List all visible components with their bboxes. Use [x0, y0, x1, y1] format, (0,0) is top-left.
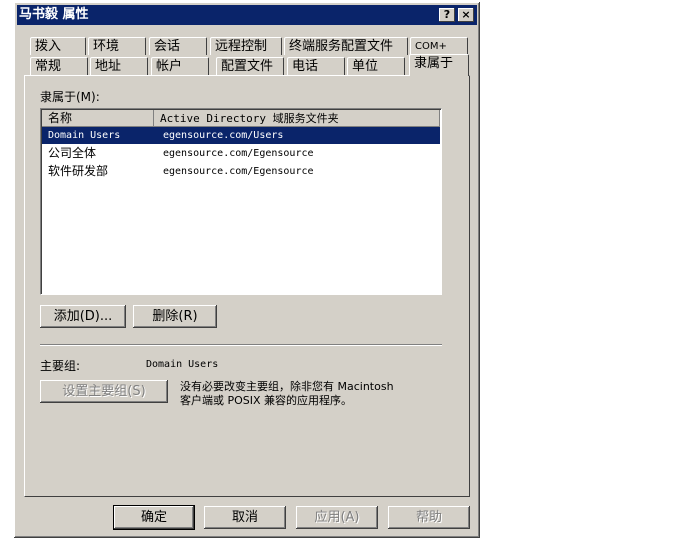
tab-profile[interactable]: 配置文件 — [216, 57, 284, 75]
help-icon-button[interactable]: ? — [439, 8, 455, 22]
group-folder: egensource.com/Users — [163, 130, 284, 141]
member-of-label: 隶属于(M): — [40, 90, 100, 104]
tab-sessions[interactable]: 会话 — [149, 37, 207, 55]
cancel-button[interactable]: 取消 — [204, 506, 286, 529]
list-item[interactable]: 公司全体 egensource.com/Egensource — [42, 145, 440, 162]
help-button[interactable]: 帮助 — [388, 506, 470, 529]
tab-account[interactable]: 帐户 — [151, 57, 209, 75]
tab-organization[interactable]: 单位 — [347, 57, 405, 75]
tab-general[interactable]: 常规 — [30, 57, 88, 75]
group-folder: egensource.com/Egensource — [163, 166, 314, 177]
column-header-name[interactable]: 名称 — [42, 110, 154, 127]
dialog-titlebar[interactable]: 马书毅 属性 — [17, 5, 477, 25]
close-icon-button[interactable]: × — [458, 8, 474, 22]
primary-group-value: Domain Users — [146, 359, 219, 370]
group-name: Domain Users — [48, 130, 121, 141]
group-folder: egensource.com/Egensource — [163, 148, 314, 159]
tab-member-of[interactable]: 隶属于 — [409, 54, 469, 76]
tab-address[interactable]: 地址 — [90, 57, 148, 75]
apply-button[interactable]: 应用(A) — [296, 506, 378, 529]
tab-com-plus[interactable]: COM+ — [410, 37, 468, 55]
tab-dialin[interactable]: 拨入 — [30, 37, 86, 55]
list-item[interactable]: Domain Users egensource.com/Users — [42, 127, 440, 144]
set-primary-group-button[interactable]: 设置主要组(S) — [40, 380, 168, 403]
dialog-title: 马书毅 属性 — [19, 7, 89, 22]
group-name: 软件研发部 — [48, 164, 109, 178]
remove-button[interactable]: 删除(R) — [133, 305, 217, 328]
primary-group-label: 主要组: — [40, 359, 81, 373]
list-item[interactable]: 软件研发部 egensource.com/Egensource — [42, 163, 440, 180]
tab-terminal-services-profile[interactable]: 终端服务配置文件 — [284, 37, 408, 55]
group-name: 公司全体 — [48, 146, 97, 160]
tab-environment[interactable]: 环境 — [88, 37, 146, 55]
ok-button[interactable]: 确定 — [113, 505, 195, 530]
tab-telephones[interactable]: 电话 — [287, 57, 345, 75]
add-button[interactable]: 添加(D)... — [40, 305, 126, 328]
column-header-folder[interactable]: Active Directory 域服务文件夹 — [154, 110, 440, 127]
separator — [40, 344, 442, 346]
primary-group-note: 没有必要改变主要组，除非您有 Macintosh 客户端或 POSIX 兼容的应… — [180, 380, 394, 407]
tab-remote-control[interactable]: 远程控制 — [210, 37, 282, 55]
